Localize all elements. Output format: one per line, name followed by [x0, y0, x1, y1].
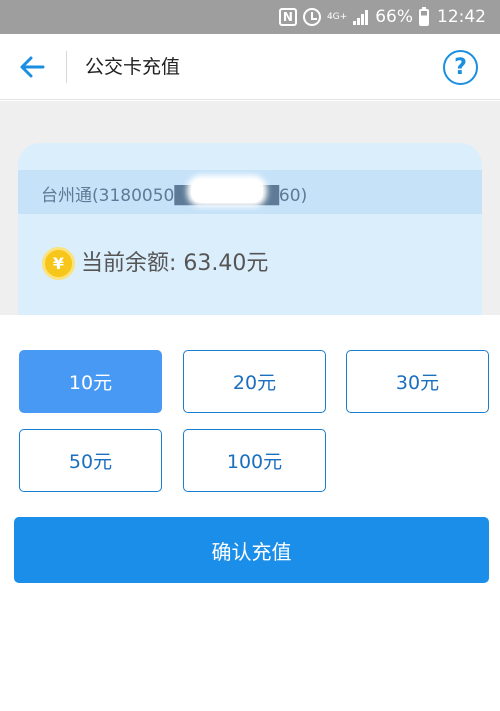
app-header: 公交卡充值 ? — [0, 34, 500, 100]
arrow-left-icon — [20, 56, 45, 78]
coin-icon: ¥ — [42, 247, 75, 280]
status-bar: N 4G+ 66% 12:42 — [0, 0, 500, 34]
amount-option-50[interactable]: 50元 — [19, 429, 162, 492]
signal-icon — [353, 9, 369, 25]
yuan-symbol: ¥ — [52, 254, 65, 273]
nfc-icon: N — [278, 8, 297, 26]
amount-option-100[interactable]: 100元 — [183, 429, 326, 492]
card-number: 台州通(3180050████████60) — [41, 186, 308, 206]
network-type-label: 4G+ — [326, 11, 348, 22]
bus-card: 台州通(3180050████████60) ¥ 当前余额: 63.40元 — [18, 143, 482, 315]
alarm-icon — [302, 8, 321, 26]
header-divider — [66, 51, 67, 83]
balance-text: 当前余额: 63.40元 — [81, 251, 269, 276]
amount-option-10[interactable]: 10元 — [19, 350, 162, 413]
back-button[interactable] — [14, 50, 50, 84]
question-mark-icon: ? — [454, 55, 467, 80]
amount-option-30[interactable]: 30元 — [346, 350, 489, 413]
battery-percent: 66% — [375, 7, 413, 27]
amount-option-20[interactable]: 20元 — [183, 350, 326, 413]
clock: 12:42 — [437, 7, 486, 27]
confirm-recharge-button[interactable]: 确认充值 — [14, 517, 489, 583]
page-title: 公交卡充值 — [85, 56, 181, 78]
help-button[interactable]: ? — [443, 50, 478, 85]
redaction-mark — [191, 179, 263, 203]
card-number-row: 台州通(3180050████████60) — [18, 170, 482, 214]
battery-icon — [419, 6, 429, 26]
